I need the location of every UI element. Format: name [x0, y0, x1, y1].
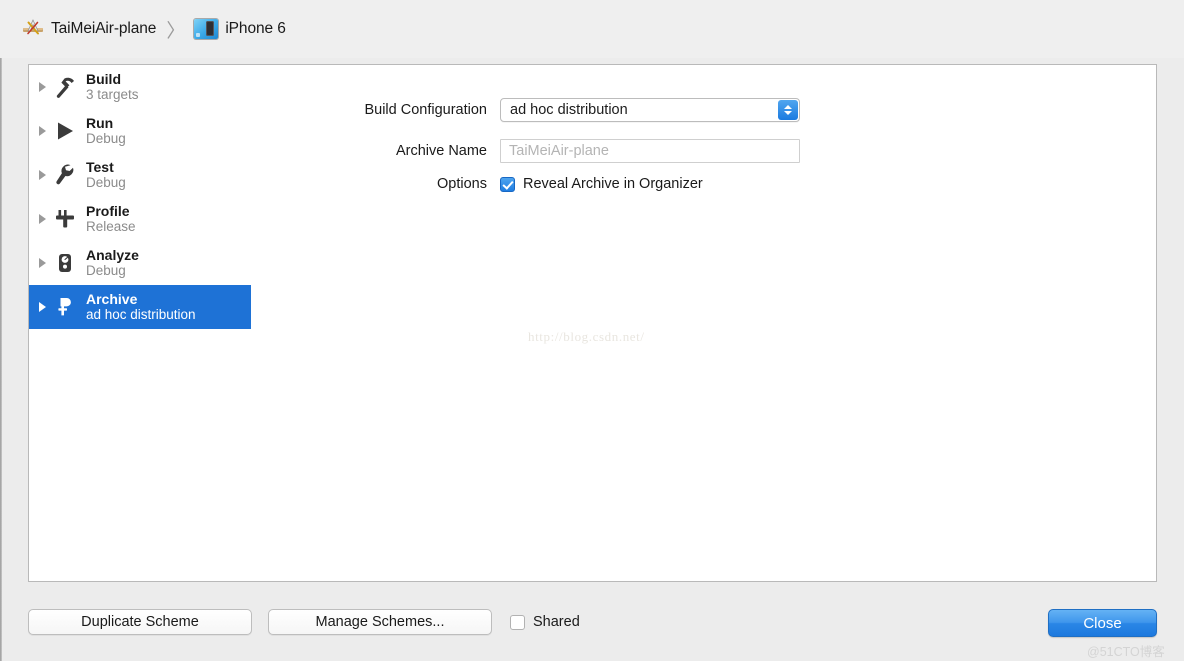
xcode-app-icon: [22, 18, 44, 40]
sidebar-item-title: Profile: [86, 202, 130, 219]
disclosure-triangle-icon[interactable]: [39, 302, 46, 312]
breadcrumb-destination[interactable]: iPhone 6: [194, 14, 286, 44]
build-configuration-label: Build Configuration: [364, 102, 487, 118]
chevron-updown-icon[interactable]: [778, 100, 798, 120]
sidebar-item-profile[interactable]: Profile Release: [29, 197, 251, 241]
gauge-icon: [52, 249, 78, 277]
breadcrumb-project-label: TaiMeiAir-plane: [51, 20, 157, 37]
close-button[interactable]: Close: [1048, 609, 1157, 637]
sidebar-item-subtitle: Debug: [86, 263, 126, 279]
sidebar-item-analyze[interactable]: Analyze Debug: [29, 241, 251, 285]
duplicate-scheme-button[interactable]: Duplicate Scheme: [28, 609, 252, 635]
archive-name-placeholder: TaiMeiAir-plane: [509, 143, 609, 159]
sidebar-item-title: Build: [86, 70, 121, 87]
sidebar-item-text: Archive ad hoc distribution: [86, 290, 196, 323]
reveal-archive-label: Reveal Archive in Organizer: [523, 176, 703, 192]
disclosure-triangle-icon[interactable]: [39, 126, 46, 136]
options-row: Options Reveal Archive in Organizer: [110, 176, 703, 192]
build-configuration-row: Build Configuration ad hoc distribution: [110, 98, 800, 122]
sidebar-item-archive[interactable]: Archive ad hoc distribution: [29, 285, 251, 329]
caliper-icon: [52, 205, 78, 233]
checkbox-checked-icon[interactable]: [500, 176, 515, 192]
archive-icon: [52, 293, 78, 321]
sidebar-item-text: Profile Release: [86, 202, 136, 235]
reveal-archive-checkbox[interactable]: Reveal Archive in Organizer: [500, 176, 703, 192]
play-icon: [52, 117, 78, 145]
breadcrumb-destination-label: iPhone 6: [225, 20, 286, 37]
sidebar-item-title: Archive: [86, 290, 138, 307]
disclosure-triangle-icon[interactable]: [39, 82, 46, 92]
sidebar-item-subtitle: Release: [86, 219, 136, 235]
disclosure-triangle-icon[interactable]: [39, 170, 46, 180]
build-configuration-select[interactable]: ad hoc distribution: [500, 98, 800, 122]
wrench-icon: [52, 161, 78, 189]
manage-schemes-button[interactable]: Manage Schemes...: [268, 609, 492, 635]
window-left-edge: [0, 0, 2, 661]
archive-name-input[interactable]: TaiMeiAir-plane: [500, 139, 800, 163]
options-label: Options: [437, 176, 487, 192]
shared-checkbox[interactable]: Shared: [510, 614, 580, 630]
disclosure-triangle-icon[interactable]: [39, 258, 46, 268]
watermark-corner: @51CTO博客: [1087, 645, 1165, 659]
build-configuration-value: ad hoc distribution: [510, 102, 628, 118]
shared-label: Shared: [533, 614, 580, 630]
simulator-icon: [194, 19, 219, 39]
breadcrumb-toolbar: TaiMeiAir-plane 〉 iPhone 6: [0, 0, 1184, 58]
breadcrumb-separator-icon: 〉: [166, 20, 186, 42]
archive-name-row: Archive Name TaiMeiAir-plane: [110, 139, 800, 163]
disclosure-triangle-icon[interactable]: [39, 214, 46, 224]
archive-name-label: Archive Name: [395, 143, 487, 159]
sidebar-item-subtitle: ad hoc distribution: [86, 307, 196, 323]
sidebar-item-text: Analyze Debug: [86, 246, 139, 279]
checkbox-unchecked-icon[interactable]: [510, 614, 525, 630]
sidebar-item-title: Analyze: [86, 246, 139, 263]
breadcrumb-project[interactable]: TaiMeiAir-plane: [22, 14, 156, 44]
watermark-center: http://blog.csdn.net/: [528, 329, 645, 344]
hammer-icon: [52, 73, 78, 101]
archive-settings-pane: Build Configuration ad hoc distribution …: [251, 64, 1157, 582]
